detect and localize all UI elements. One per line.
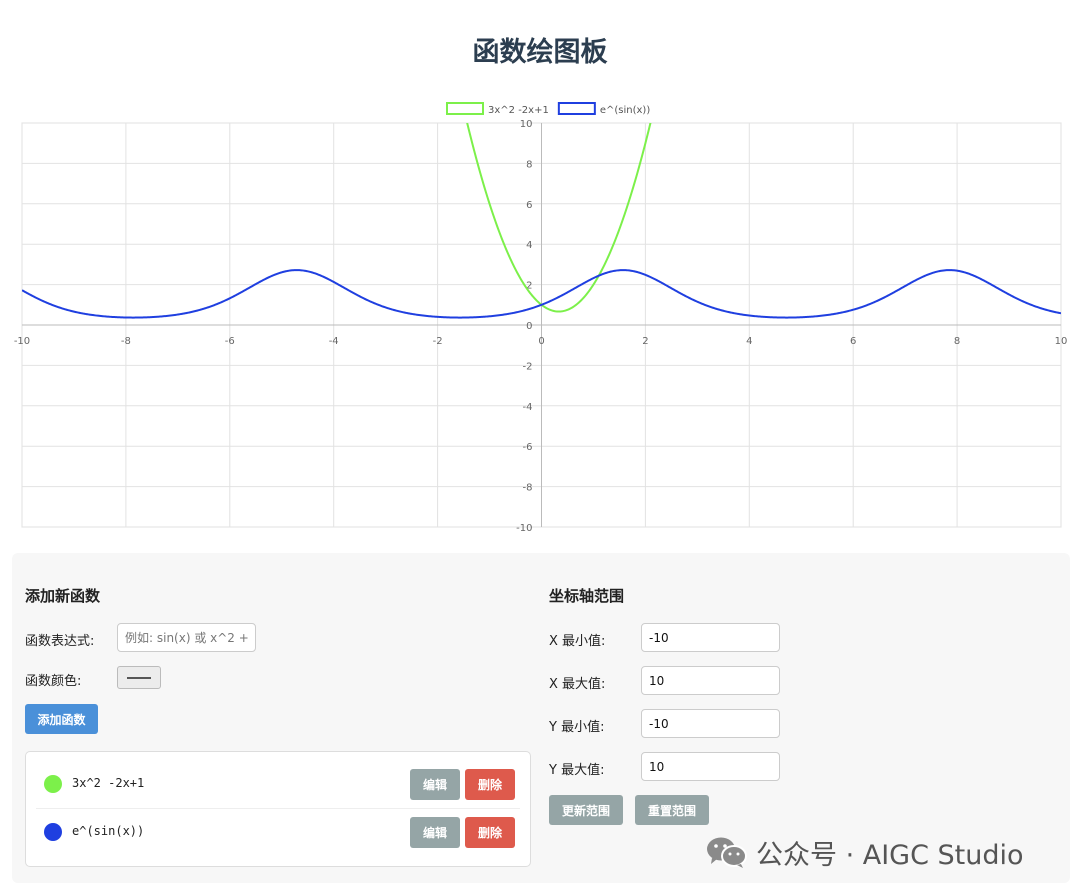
axis-range-title: 坐标轴范围 [549,587,625,605]
plot-legend: 3x^2 -2x+1 e^(sin(x)) [446,102,650,116]
y-tick-label: 8 [526,159,532,170]
color-label: 函数颜色: [25,674,82,689]
x-tick-label: -8 [121,336,131,347]
function-item: e^(sin(x)) 编辑 删除 [36,808,520,856]
ymax-input[interactable] [641,752,780,781]
function-expression: 3x^2 -2x+1 [72,776,145,790]
x-tick-label: 8 [954,336,960,347]
x-tick-label: 6 [850,336,856,347]
legend-swatch [557,102,596,115]
wechat-icon [707,837,747,868]
function-color-dot [44,823,62,841]
y-tick-label: -8 [523,483,533,494]
xmin-label: X 最小值: [549,634,606,649]
ymax-label: Y 最大值: [549,763,605,778]
x-tick-label: 4 [746,336,752,347]
edit-button[interactable]: 编辑 [410,769,460,800]
delete-button[interactable]: 删除 [465,769,515,800]
x-tick-label: -10 [14,336,30,347]
x-tick-label: 10 [1055,336,1068,347]
expr-input[interactable] [117,623,256,652]
x-tick-label: 0 [538,336,544,347]
function-color-dot [44,775,62,793]
y-tick-label: 6 [526,200,532,211]
x-tick-label: -2 [433,336,443,347]
ymin-label: Y 最小值: [549,720,605,735]
y-tick-label: -6 [523,442,533,453]
y-tick-label: -2 [523,361,533,372]
function-plot[interactable]: -10 -8 -6 -4 -2 0 2 4 6 8 10 -10-8-6-4-20246810 3x… [0,95,1080,545]
update-range-button[interactable]: 更新范围 [549,795,623,825]
page-title: 函数绘图板 [472,37,608,68]
delete-button[interactable]: 删除 [465,817,515,848]
function-item: 3x^2 -2x+1 编辑 删除 [36,760,520,809]
edit-button[interactable]: 编辑 [410,817,460,848]
color-picker[interactable] [117,666,161,689]
watermark: 公众号 · AIGC Studio [706,834,1024,871]
x-tick-label: 2 [642,336,648,347]
add-function-title: 添加新函数 [25,587,101,605]
xmax-input[interactable] [641,666,780,695]
legend-swatch [446,102,484,115]
xmin-input[interactable] [641,623,780,652]
watermark-text: 公众号 · AIGC Studio [756,839,1024,871]
y-tick-label: 10 [520,119,533,130]
x-tick-label: -4 [329,336,339,347]
y-tick-label: -4 [523,402,533,413]
legend-label: e^(sin(x)) [600,105,650,116]
ymin-input[interactable] [641,709,780,738]
y-tick-label: -10 [516,523,532,534]
function-expression: e^(sin(x)) [72,824,145,838]
add-function-button[interactable]: 添加函数 [25,704,98,734]
legend-label: 3x^2 -2x+1 [488,105,549,116]
expr-label: 函数表达式: [25,634,95,649]
y-tick-label: 4 [526,240,532,251]
function-list: 3x^2 -2x+1 编辑 删除 e^(sin(x)) 编辑 删除 [25,751,531,867]
xmax-label: X 最大值: [549,677,606,692]
x-tick-label: -6 [225,336,235,347]
reset-range-button[interactable]: 重置范围 [635,795,709,825]
y-tick-label: 0 [526,321,532,332]
